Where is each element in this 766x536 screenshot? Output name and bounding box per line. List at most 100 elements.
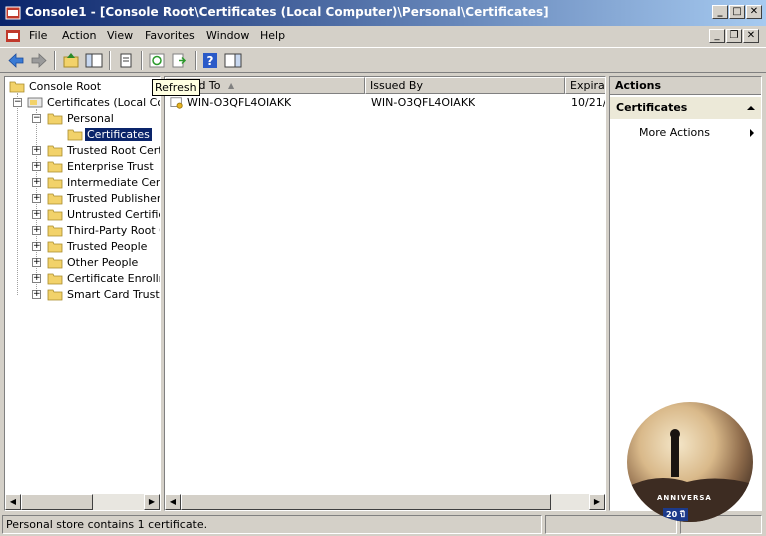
certificate-icon [170,97,183,109]
folder-icon [47,241,63,253]
actions-section-label: Certificates [616,101,688,114]
column-header-expiration[interactable]: Expirat [565,77,606,94]
silhouette-image [627,429,753,522]
mmc-app-icon [5,6,21,20]
column-header-label: Issued By [370,79,423,92]
menu-bar: File Action View Favorites Window Help _… [0,26,766,46]
help-icon[interactable]: ? [200,51,220,70]
tree-item-label: Trusted People [67,240,148,253]
column-header-issued-by[interactable]: Issued By [365,77,565,94]
expand-toggle[interactable]: + [32,290,41,299]
scroll-thumb[interactable] [181,494,551,510]
tree-item-label: Trusted Publishers [67,192,161,205]
folder-icon [67,129,83,141]
scroll-right-button[interactable]: ▶ [144,494,160,510]
toolbar-separator [141,51,143,70]
tree-item-label: Smart Card Trusted [67,288,160,301]
menu-favorites[interactable]: Favorites [145,29,195,42]
close-button[interactable]: ✕ [746,5,762,19]
tree-item-label: Certificate Enrollme [67,272,160,285]
folder-icon [47,209,63,221]
expand-toggle[interactable]: + [32,194,41,203]
column-header-label: Expirat [570,79,606,92]
folder-icon [47,273,63,285]
collapse-section-icon[interactable] [747,106,755,110]
actions-header: Actions [610,77,761,95]
more-actions-link[interactable]: More Actions [639,126,710,139]
tree-item-label: Trusted Root Certi [67,144,161,157]
export-icon[interactable] [170,51,190,70]
folder-icon [47,289,63,301]
expand-toggle[interactable]: + [32,258,41,267]
badge-number: 20 ปี [663,508,688,521]
forward-icon[interactable] [29,51,49,70]
cell-issued-by: WIN-O3QFL4OIAKK [371,96,476,109]
tree-item-label: Other People [67,256,139,269]
up-one-level-icon[interactable] [61,51,81,70]
anniversary-photo-badge: ANNIVERSA 20 ปี [627,402,753,522]
expand-toggle[interactable]: + [32,242,41,251]
table-row[interactable]: WIN-O3QFL4OIAKK WIN-O3QFL4OIAKK 10/21/ [165,95,605,111]
toolbar-separator [195,51,197,70]
tree-item-label: Third-Party Root C [67,224,161,237]
expand-toggle[interactable]: + [32,178,41,187]
maximize-button[interactable]: □ [729,5,745,19]
tree-item-label: Untrusted Certifica [67,208,161,221]
toolbar: ? [0,47,766,73]
cell-issued-to: WIN-O3QFL4OIAKK [187,96,292,109]
console-tree: Console Root − Certificates (Local Com −… [4,76,161,511]
menu-help[interactable]: Help [260,29,285,42]
mmc-document-icon[interactable] [5,28,21,44]
tree-item-label: Intermediate Certif [67,176,161,189]
child-restore-button[interactable]: ❐ [726,29,742,43]
menu-view[interactable]: View [107,29,133,42]
tree-item-label: Certificates (Local Com [47,96,160,109]
sort-ascending-icon: ▲ [228,81,235,90]
folder-icon [47,145,63,157]
back-icon[interactable] [6,51,26,70]
show-hide-action-pane-icon[interactable] [223,51,243,70]
submenu-arrow-icon [750,129,754,137]
tree-item-label: Personal [67,112,114,125]
scroll-thumb[interactable] [21,494,93,510]
minimize-button[interactable]: _ [712,5,728,19]
export-list-icon[interactable] [116,51,136,70]
tree-item-label: Enterprise Trust [67,160,154,173]
title-bar: Console1 - [Console Root\Certificates (L… [0,0,766,26]
tree-horizontal-scrollbar[interactable]: ◀ ▶ [5,494,160,510]
svg-text:?: ? [207,54,214,68]
results-list: Issued To ▲ Issued By Expirat WIN-O3QFL4… [164,76,606,511]
badge-text: ANNIVERSA [657,494,712,502]
folder-icon [47,257,63,269]
folder-open-icon [47,113,63,125]
expand-toggle[interactable]: + [32,210,41,219]
expand-toggle[interactable]: + [32,162,41,171]
tree-item-label: Console Root [29,80,102,93]
child-minimize-button[interactable]: _ [709,29,725,43]
toolbar-separator [109,51,111,70]
cell-expiration: 10/21/ [571,96,605,109]
status-text: Personal store contains 1 certificate. [2,515,542,534]
list-horizontal-scrollbar[interactable]: ◀ ▶ [165,494,605,510]
scroll-left-button[interactable]: ◀ [5,494,21,510]
show-hide-console-tree-icon[interactable] [84,51,104,70]
folder-icon [47,225,63,237]
menu-file[interactable]: File [29,29,47,42]
scroll-left-button[interactable]: ◀ [165,494,181,510]
scroll-right-button[interactable]: ▶ [589,494,605,510]
collapse-toggle[interactable]: − [13,98,22,107]
expand-toggle[interactable]: + [32,226,41,235]
expand-toggle[interactable]: + [32,274,41,283]
expand-toggle[interactable]: + [32,146,41,155]
child-close-button[interactable]: ✕ [743,29,759,43]
refresh-tooltip: Refresh [152,79,200,96]
actions-section-certificates[interactable]: Certificates [610,97,761,119]
collapse-toggle[interactable]: − [32,114,41,123]
tree-item-label-selected: Certificates [85,128,152,141]
refresh-icon[interactable] [147,51,167,70]
menu-action[interactable]: Action [62,29,96,42]
toolbar-separator [54,51,56,70]
folder-icon [47,177,63,189]
window-title: Console1 - [Console Root\Certificates (L… [25,5,549,19]
menu-window[interactable]: Window [206,29,249,42]
